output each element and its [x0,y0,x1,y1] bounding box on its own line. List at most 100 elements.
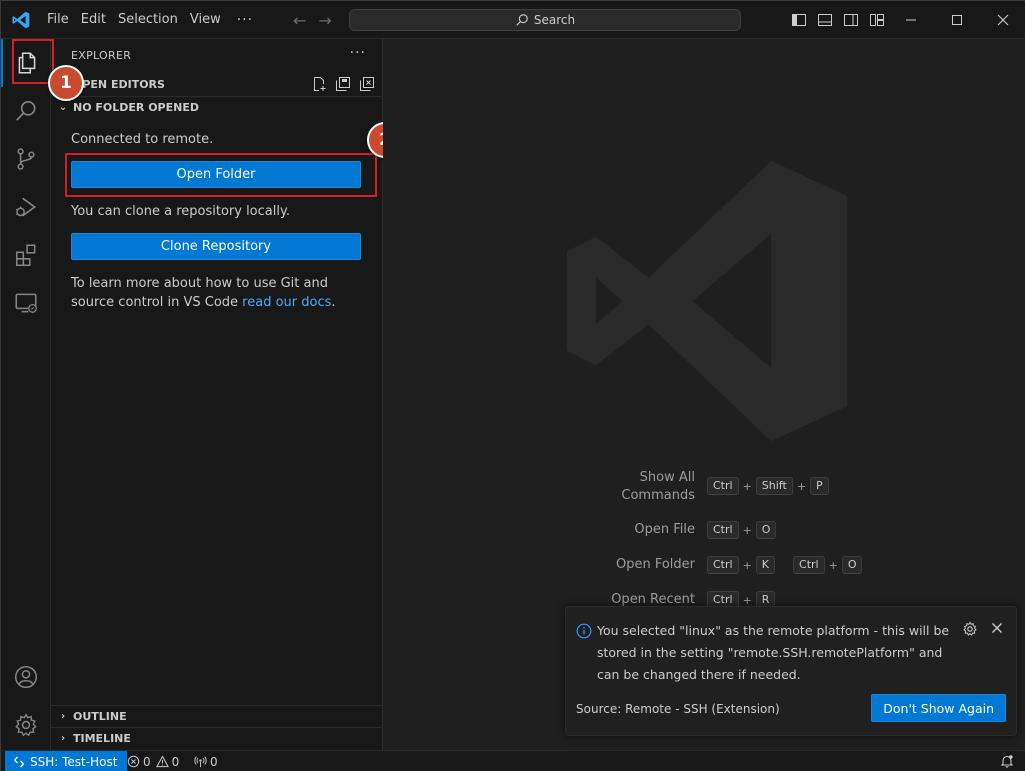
section-timeline-label: TIMELINE [73,732,131,745]
sidebar-title: EXPLORER [71,49,132,62]
learn-more-text: To learn more about how to use Git and s… [71,274,361,312]
save-all-icon[interactable] [335,76,351,92]
ports-indicator[interactable]: 0 [194,751,218,771]
callout-number-1: 1 [48,65,84,101]
window-controls [888,1,1025,39]
ports-count: 0 [210,754,218,769]
menu-file[interactable]: File [41,1,75,39]
forward-arrow-icon[interactable]: → [318,11,331,30]
shortcut-keys: Ctrl + O [707,521,777,539]
nav-arrows: ← → [293,11,332,30]
explorer-sidebar: EXPLORER ··· › OPEN EDITORS [51,39,383,750]
activity-extensions[interactable] [1,231,51,279]
sidebar-more-actions[interactable]: ··· [350,45,366,61]
source-control-icon [17,148,35,170]
menu-selection[interactable]: Selection [112,1,184,39]
shortcut-keys: Ctrl + Shift + P [707,477,829,495]
menu-bar: File Edit Selection View ··· [41,1,263,39]
close-all-editors-icon[interactable] [359,76,375,92]
menu-view[interactable]: View [184,1,227,39]
callout-box-open-folder [65,153,377,197]
activity-run-debug[interactable] [1,183,51,231]
shortcut-label: Open Folder [615,557,695,572]
read-docs-link[interactable]: read our docs [242,295,331,310]
gear-icon[interactable] [962,621,978,637]
close-icon [997,14,1009,26]
open-editors-actions [311,76,375,92]
activity-search[interactable] [1,87,51,135]
notification-bell-icon[interactable] [1000,754,1014,768]
search-icon [16,100,36,121]
menu-edit[interactable]: Edit [75,1,112,39]
shortcut-show-all-commands: Show All Commands Ctrl + Shift + P [383,467,1025,503]
section-outline[interactable]: › OUTLINE [51,705,383,727]
remote-icon [14,756,24,767]
close-icon[interactable] [990,621,1004,635]
back-arrow-icon[interactable]: ← [293,11,306,30]
key-ctrl: Ctrl [793,556,825,574]
remote-indicator[interactable]: SSH: Test-Host [5,751,128,771]
chevron-down-icon: ⌄ [58,102,68,113]
activity-remote-explorer[interactable] [1,279,51,327]
minimize-icon [906,19,916,21]
title-bar: File Edit Selection View ··· ← → Search [1,1,1025,39]
close-window-button[interactable] [980,1,1025,39]
shortcut-open-file: Open File Ctrl + O [383,521,1025,557]
remote-explorer-icon [15,293,37,313]
error-icon [127,755,140,768]
new-untitled-file-icon[interactable] [311,76,327,92]
dont-show-again-button[interactable]: Don't Show Again [871,694,1006,722]
notification-source: Source: Remote - SSH (Extension) [576,702,780,716]
notification-message: You selected "linux" as the remote platf… [597,623,950,682]
maximize-button[interactable] [934,1,980,39]
section-open-editors-label: OPEN EDITORS [73,77,165,91]
warning-icon [155,755,169,768]
key-k: K [755,556,776,574]
toggle-panel-icon[interactable] [817,12,833,28]
clone-repository-button[interactable]: Clone Repository [71,233,361,260]
key-p: P [810,477,829,495]
error-count: 0 [143,754,151,769]
menu-more-button[interactable]: ··· [227,12,263,28]
toggle-primary-sidebar-icon[interactable] [791,12,807,28]
minimize-button[interactable] [888,1,934,39]
extensions-icon [16,244,36,267]
section-timeline[interactable]: › TIMELINE [51,727,383,749]
chevron-right-icon: › [60,733,66,744]
section-no-folder-opened[interactable]: ⌄ NO FOLDER OPENED [51,96,383,118]
vscode-watermark-icon [566,160,848,442]
customize-layout-icon[interactable] [869,12,885,28]
command-center-search[interactable]: Search [349,9,741,31]
key-shift: Shift [755,477,793,495]
search-label: Search [533,13,576,27]
warning-count: 0 [171,754,180,769]
connected-remote-text: Connected to remote. [71,132,214,147]
remote-label: SSH: Test-Host [30,754,118,769]
run-debug-icon [15,197,37,217]
shortcut-open-folder: Open Folder Ctrl + K Ctrl + O [383,556,1025,592]
shortcut-label: Open File [634,522,695,537]
notification-toast: You selected "linux" as the remote platf… [565,606,1017,736]
account-icon [14,665,38,689]
activity-accounts[interactable] [1,653,51,701]
section-open-editors[interactable]: › OPEN EDITORS [51,73,383,95]
activity-manage[interactable] [1,701,51,749]
chevron-right-icon: › [60,711,66,722]
shortcut-label: Show All Commands [621,470,695,503]
vscode-logo-icon [12,11,30,29]
shortcut-keys: Ctrl + K Ctrl + O [707,556,863,574]
key-o: O [841,556,863,574]
key-o: O [755,521,777,539]
problems-indicator[interactable]: 0 0 [127,751,179,771]
status-bar: SSH: Test-Host 0 0 0 [1,750,1025,771]
key-ctrl: Ctrl [707,477,739,495]
activity-source-control[interactable] [1,135,51,183]
toggle-secondary-sidebar-icon[interactable] [843,12,859,28]
info-icon [576,623,592,639]
vscode-window: File Edit Selection View ··· ← → Search [0,0,1025,771]
activity-bar [1,39,51,750]
search-icon [516,14,528,26]
clone-info-text: You can clone a repository locally. [71,204,290,219]
maximize-icon [952,15,962,25]
key-ctrl: Ctrl [707,556,739,574]
